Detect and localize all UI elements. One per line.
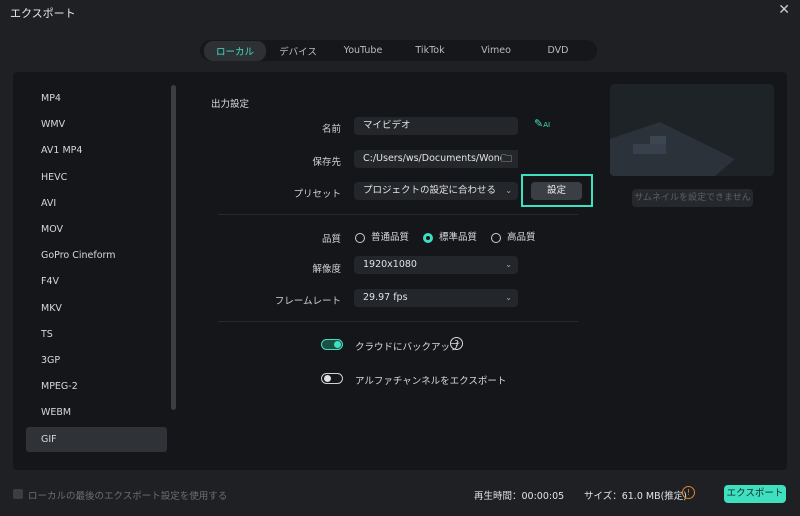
export-button[interactable]: エクスポート [724, 485, 786, 503]
quality-high-radio[interactable]: 高品質 [491, 229, 536, 243]
thumbnail-placeholder-icon [610, 122, 735, 176]
warning-icon[interactable]: ! [682, 486, 695, 499]
quality-standard-radio[interactable]: 標準品質 [423, 229, 477, 243]
cloud-backup-toggle[interactable] [321, 339, 343, 353]
section-title: 出力設定 [211, 99, 250, 110]
format-item-3gp[interactable]: 3GP [26, 348, 167, 373]
folder-icon[interactable]: 🗀 [501, 150, 518, 168]
tab-dvd[interactable]: DVD [528, 42, 588, 59]
format-item-wmv[interactable]: WMV [26, 112, 167, 137]
format-item-ts[interactable]: TS [26, 322, 167, 347]
framerate-dropdown[interactable]: 29.97 fps ⌄ [354, 289, 518, 307]
chevron-down-icon: ⌄ [505, 293, 512, 302]
thumbnail-preview [610, 84, 774, 176]
duration-text: 再生時間：00:00:05 [474, 491, 565, 502]
radio-label: 高品質 [507, 232, 536, 243]
divider [218, 214, 578, 215]
name-input[interactable]: マイビデオ [354, 117, 518, 135]
preset-value: プロジェクトの設定に合わせる [363, 185, 497, 196]
path-label: 保存先 [312, 157, 341, 168]
radio-label: 普通品質 [371, 232, 410, 243]
close-icon[interactable]: ✕ [778, 2, 790, 18]
format-item-avi[interactable]: AVI [26, 191, 167, 216]
format-item-mpeg-2[interactable]: MPEG-2 [26, 374, 167, 399]
format-item-gopro-cineform[interactable]: GoPro Cineform [26, 243, 167, 268]
format-item-av1-mp4[interactable]: AV1 MP4 [26, 138, 167, 163]
format-item-hevc[interactable]: HEVC [26, 165, 167, 190]
format-item-mkv[interactable]: MKV [26, 296, 167, 321]
alpha-channel-label: アルファチャンネルをエクスポート [355, 376, 507, 387]
export-target-tabs: ローカル デバイス YouTube TikTok Vimeo DVD [200, 40, 597, 61]
path-input[interactable]: C:/Users/ws/Documents/Wondershare [354, 150, 518, 168]
cloud-backup-label: クラウドにバックアップ [355, 342, 460, 353]
tab-youtube[interactable]: YouTube [330, 42, 396, 59]
quality-radio-group: 普通品質 標準品質 高品質 [355, 229, 536, 243]
set-thumbnail-button[interactable]: サムネイルを設定できません [632, 189, 753, 207]
quality-label: 品質 [321, 234, 341, 245]
resolution-label: 解像度 [312, 264, 341, 275]
preset-label: プリセット [293, 189, 341, 200]
chevron-down-icon: ⌄ [505, 186, 512, 195]
resolution-dropdown[interactable]: 1920x1080 ⌄ [354, 256, 518, 274]
framerate-label: フレームレート [274, 296, 341, 307]
tab-device[interactable]: デバイス [266, 41, 330, 61]
format-item-f4v[interactable]: F4V [26, 269, 167, 294]
divider [218, 321, 578, 322]
preset-dropdown[interactable]: プロジェクトの設定に合わせる ⌄ [354, 182, 518, 200]
alpha-channel-toggle[interactable] [321, 373, 343, 387]
tab-local[interactable]: ローカル [204, 40, 266, 61]
format-item-mov[interactable]: MOV [26, 217, 167, 242]
resolution-value: 1920x1080 [363, 259, 417, 270]
tab-vimeo[interactable]: Vimeo [464, 42, 528, 59]
size-text: サイズ：61.0 MB(推定) [584, 491, 688, 502]
window-title: エクスポート [10, 7, 76, 20]
radio-label: 標準品質 [439, 232, 478, 243]
help-icon[interactable]: ? [450, 337, 463, 350]
format-item-webm[interactable]: WEBM [26, 400, 167, 425]
chevron-down-icon: ⌄ [505, 260, 512, 269]
name-label: 名前 [321, 124, 341, 135]
format-item-mp4[interactable]: MP4 [26, 86, 167, 111]
framerate-value: 29.97 fps [363, 292, 408, 303]
ai-rename-icon[interactable]: ✎AI [534, 117, 550, 130]
quality-normal-radio[interactable]: 普通品質 [355, 229, 409, 243]
use-last-settings-checkbox[interactable] [13, 489, 23, 499]
path-value: C:/Users/ws/Documents/Wondershare [363, 153, 518, 164]
use-last-settings-label: ローカルの最後のエクスポート設定を使用する [28, 491, 228, 502]
preset-settings-button[interactable]: 設定 [531, 182, 582, 200]
tab-tiktok[interactable]: TikTok [396, 42, 464, 59]
format-list-scrollbar[interactable] [171, 85, 176, 410]
format-item-gif[interactable]: GIF [26, 426, 167, 452]
